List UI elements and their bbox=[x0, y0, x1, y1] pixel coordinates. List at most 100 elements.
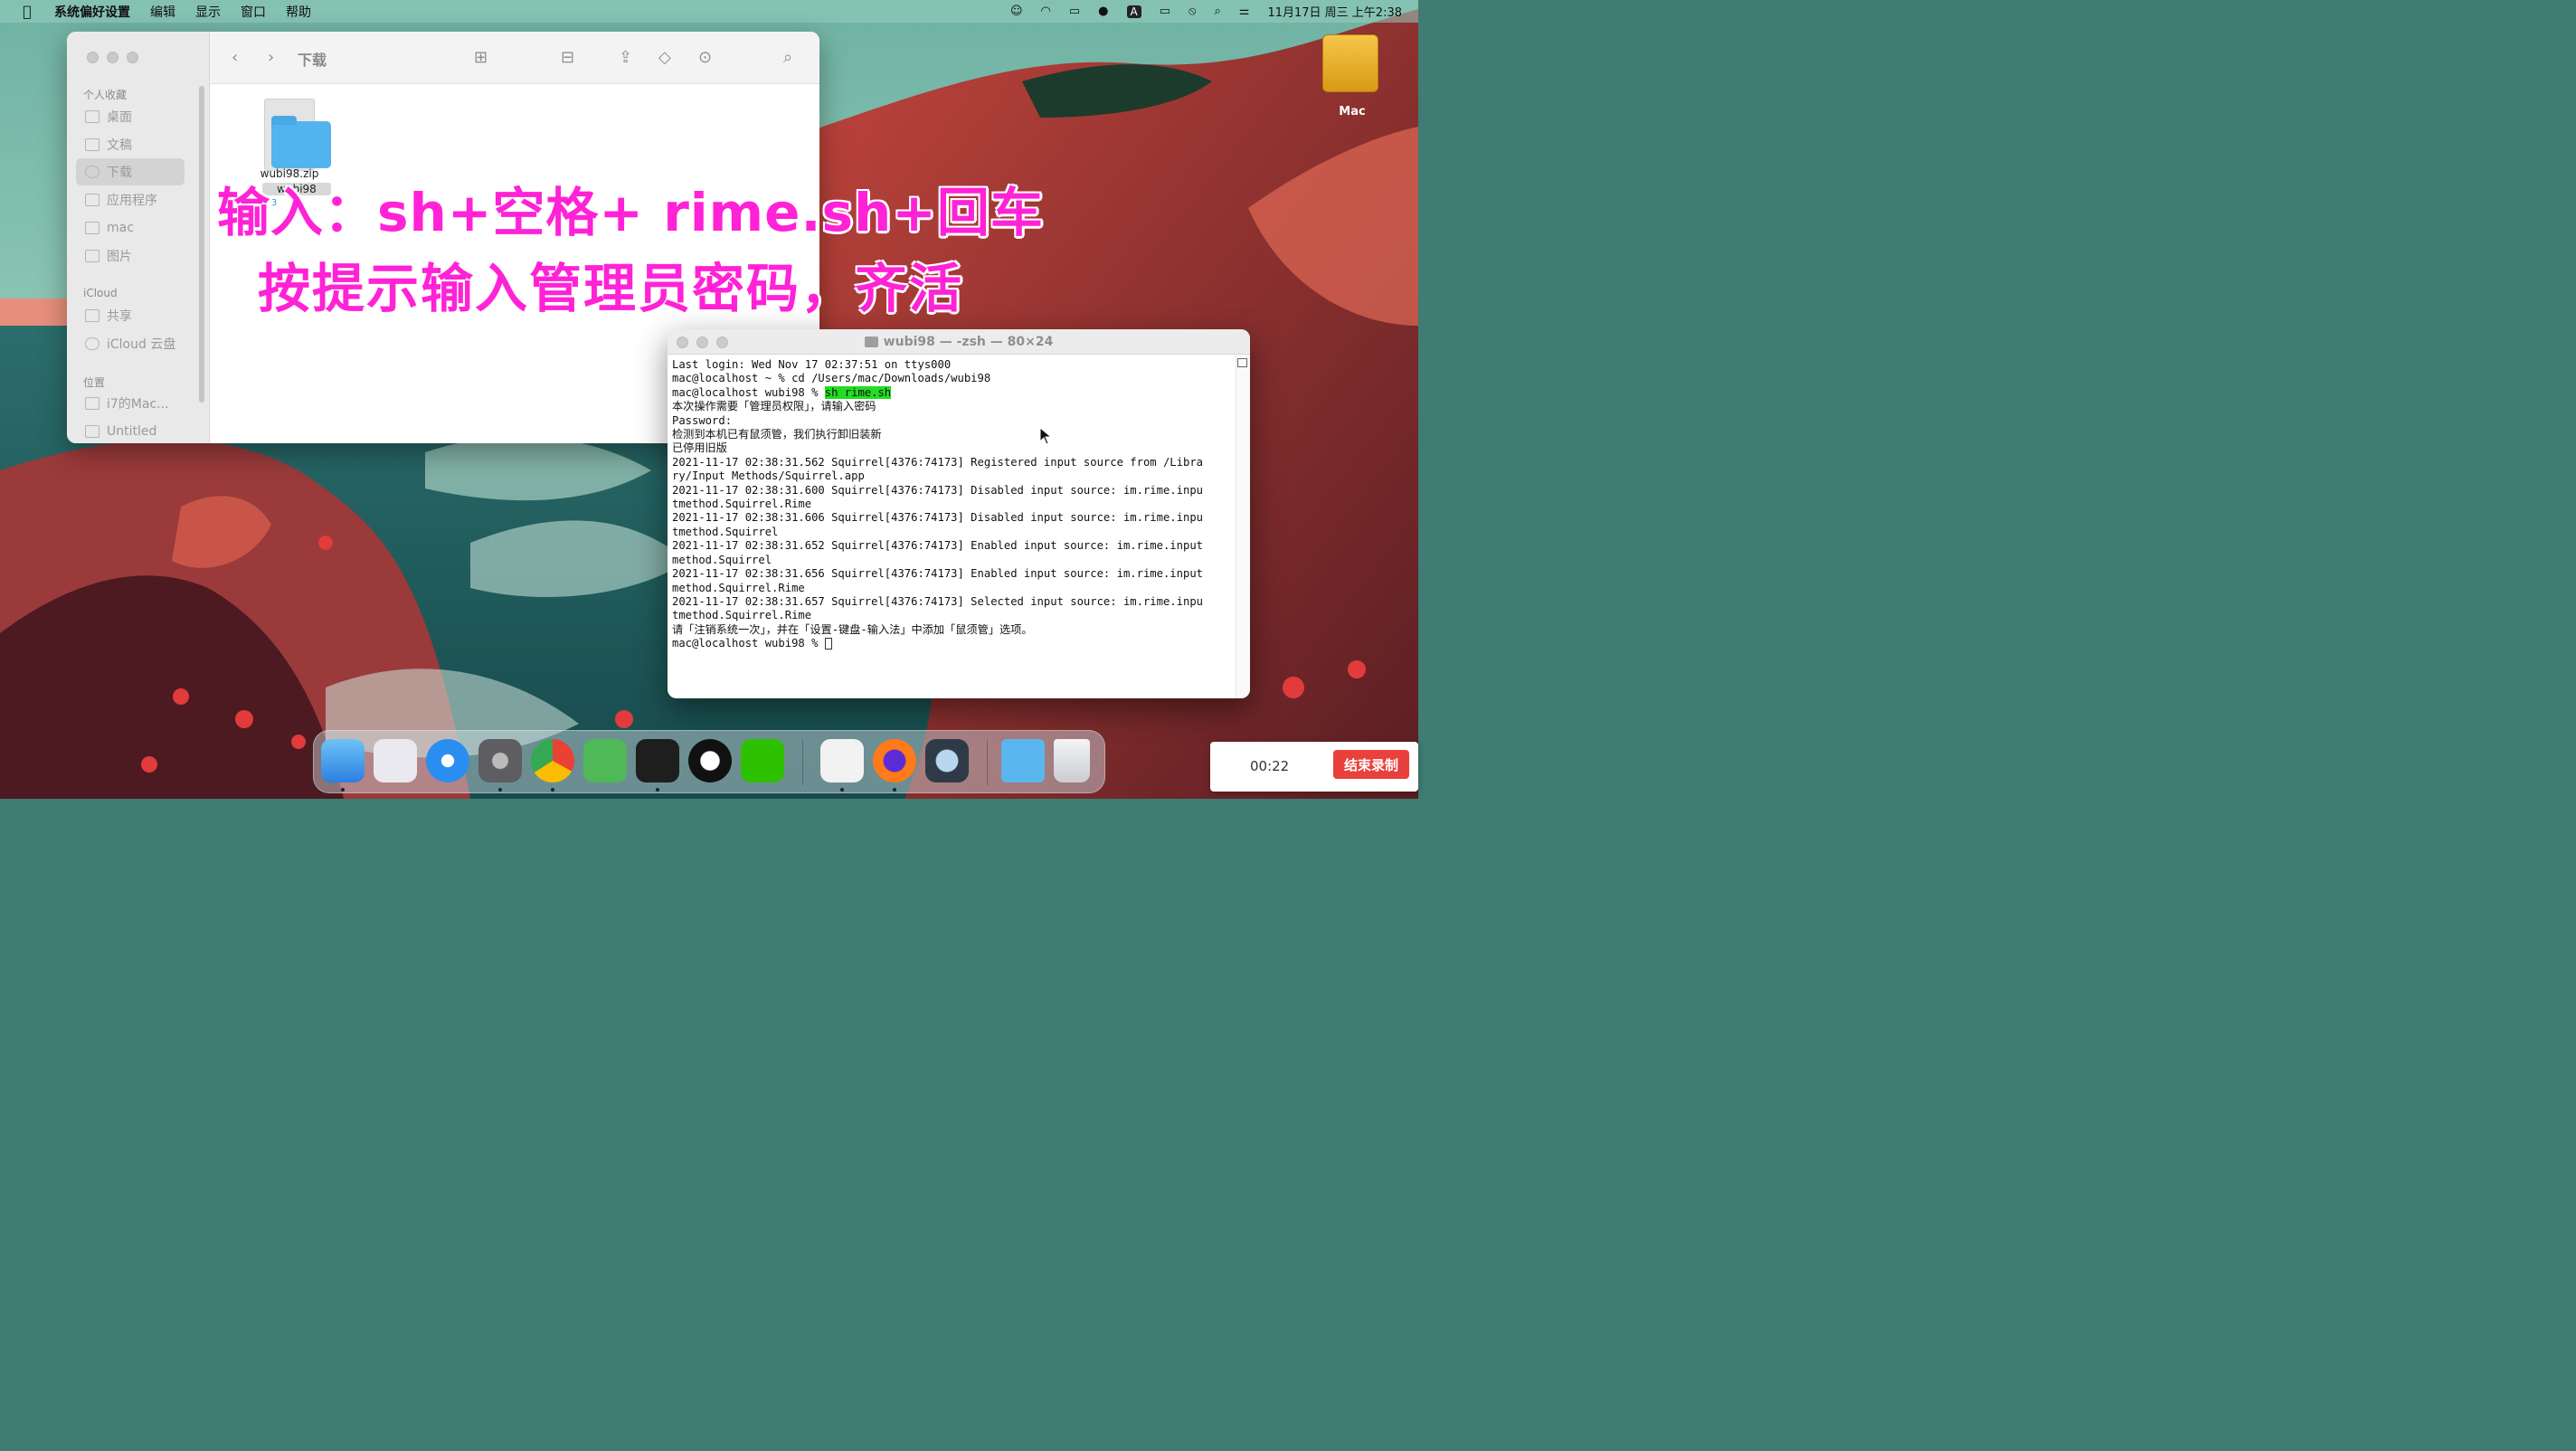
terminal-output-line: 2021-11-17 02:38:31.652 Squirrel[4376:74… bbox=[672, 539, 1203, 553]
zoom-button[interactable] bbox=[127, 52, 138, 63]
terminal-output-line: 2021-11-17 02:38:31.656 Squirrel[4376:74… bbox=[672, 567, 1203, 581]
panda-icon[interactable]: ● bbox=[1098, 5, 1108, 18]
search-icon[interactable]: ⌕ bbox=[783, 48, 792, 67]
menu-bar:  系统偏好设置 编辑 显示 窗口 帮助 ☺ ◠ ▭ ● A ▭ ⦸ ⌕ ⚌ 1… bbox=[0, 0, 1418, 23]
shared-folder-icon bbox=[85, 309, 99, 322]
terminal-output-line: tmethod.Squirrel.Rime bbox=[672, 609, 812, 622]
clash-icon[interactable]: ☺ bbox=[1010, 5, 1023, 18]
terminal-final-line: mac@localhost wubi98 % bbox=[672, 637, 1233, 650]
menu-edit[interactable]: 编辑 bbox=[150, 3, 175, 21]
terminal-titlebar[interactable]: wubi98 — -zsh — 80×24 bbox=[668, 329, 1250, 355]
tutorial-caption-line1: 输入：sh+空格+ rime.sh+回车 bbox=[217, 182, 1044, 243]
more-actions-icon[interactable]: ⊙ bbox=[698, 48, 712, 67]
sidebar-item-pictures[interactable]: 图片 bbox=[76, 242, 185, 270]
terminal-output[interactable]: Last login: Wed Nov 17 02:37:51 on ttys0… bbox=[672, 358, 1233, 651]
group-icon[interactable]: ⊟ bbox=[561, 48, 574, 67]
display-icon[interactable]: ▭ bbox=[1069, 5, 1080, 18]
dock-separator bbox=[987, 740, 988, 785]
terminal-output-line: method.Squirrel.Rime bbox=[672, 581, 805, 594]
pictures-icon bbox=[85, 250, 99, 262]
terminal-output-line: 请「注销系统一次」，并在「设置-键盘-输入法」中添加「鼠须管」选项。 bbox=[672, 622, 1033, 636]
menu-clock[interactable]: 11月17日 周三 上午2:38 bbox=[1267, 3, 1402, 20]
terminal-output-line: 本次操作需要「管理员权限」，请输入密码 bbox=[672, 400, 876, 413]
finder-title: 下载 bbox=[298, 52, 327, 69]
trash-icon[interactable] bbox=[1054, 739, 1090, 782]
desktop-drive-mac[interactable]: Mac bbox=[1322, 34, 1382, 119]
menu-help[interactable]: 帮助 bbox=[286, 3, 311, 21]
tag-icon[interactable]: ◇ bbox=[658, 48, 671, 67]
home-icon bbox=[85, 222, 99, 234]
quicktime-icon[interactable] bbox=[925, 739, 969, 782]
sidebar-scrollbar[interactable] bbox=[199, 86, 204, 403]
split-pane-icon[interactable] bbox=[1237, 358, 1247, 367]
dock-separator bbox=[802, 740, 803, 785]
running-indicator bbox=[893, 788, 896, 792]
window-controls bbox=[87, 52, 138, 63]
battery-icon[interactable]: ▭ bbox=[1160, 5, 1170, 18]
locations-title: 位置 bbox=[83, 376, 106, 389]
disk-icon bbox=[85, 425, 99, 438]
spotlight-icon[interactable]: ⌕ bbox=[1215, 5, 1221, 18]
drive-label: Mac bbox=[1339, 105, 1366, 119]
menu-view[interactable]: 显示 bbox=[195, 3, 221, 21]
stop-recording-button[interactable]: 结束录制 bbox=[1333, 750, 1409, 779]
sidebar-item-untitled[interactable]: Untitled bbox=[76, 418, 185, 443]
vscode-icon[interactable] bbox=[820, 739, 864, 782]
terminal-output-line: ry/Input Methods/Squirrel.app bbox=[672, 469, 865, 483]
menu-app-name[interactable]: 系统偏好设置 bbox=[54, 3, 130, 21]
favorites-title: 个人收藏 bbox=[83, 89, 128, 101]
sidebar-item-home[interactable]: mac bbox=[76, 214, 185, 242]
terminal-window: wubi98 — -zsh — 80×24 Last login: Wed No… bbox=[668, 329, 1250, 698]
sidebar-item-this-mac[interactable]: i7的Mac... bbox=[76, 390, 194, 417]
wifi-icon[interactable]: ◠ bbox=[1041, 5, 1051, 18]
cloud-icon bbox=[85, 337, 99, 350]
sidebar-item-label: 应用程序 bbox=[107, 194, 157, 208]
terminal-output-line: 2021-11-17 02:38:31.606 Squirrel[4376:74… bbox=[672, 511, 1203, 525]
applications-icon bbox=[85, 194, 99, 206]
sidebar-item-desktop[interactable]: 桌面 bbox=[76, 103, 185, 130]
firefox-icon[interactable] bbox=[873, 739, 916, 782]
menu-window[interactable]: 窗口 bbox=[241, 3, 266, 21]
zoom-button[interactable] bbox=[716, 337, 728, 348]
close-button[interactable] bbox=[87, 52, 99, 63]
terminal-icon[interactable] bbox=[636, 739, 679, 782]
panda-app-icon[interactable] bbox=[583, 739, 627, 782]
sidebar-item-label: 图片 bbox=[107, 250, 132, 264]
download-icon bbox=[85, 166, 99, 178]
running-indicator bbox=[341, 788, 345, 792]
mute-icon[interactable]: ⦸ bbox=[1189, 5, 1196, 18]
view-grid-icon[interactable]: ⊞ bbox=[474, 48, 488, 67]
sidebar-item-icloud-drive[interactable]: iCloud 云盘 bbox=[76, 330, 194, 357]
terminal-scrollbar[interactable] bbox=[1236, 355, 1250, 698]
sidebar-item-documents[interactable]: 文稿 bbox=[76, 131, 185, 158]
text-cursor bbox=[824, 638, 832, 650]
status-area: ☺ ◠ ▭ ● A ▭ ⦸ ⌕ ⚌ 11月17日 周三 上午2:38 bbox=[1010, 3, 1418, 20]
folder-icon bbox=[864, 336, 878, 347]
sidebar-item-label: i7的Mac... bbox=[107, 397, 169, 412]
downloads-stack-icon[interactable] bbox=[1001, 739, 1045, 782]
shell-prompt: mac@localhost wubi98 % bbox=[672, 637, 825, 650]
finder-icon[interactable] bbox=[321, 739, 365, 782]
document-icon bbox=[85, 138, 99, 151]
close-button[interactable] bbox=[677, 337, 688, 348]
apple-menu-icon[interactable]:  bbox=[0, 3, 54, 20]
sidebar-item-applications[interactable]: 应用程序 bbox=[76, 186, 185, 213]
chrome-icon[interactable] bbox=[531, 739, 574, 782]
control-center-icon[interactable]: ⚌ bbox=[1239, 5, 1250, 18]
forward-icon[interactable]: › bbox=[268, 48, 274, 67]
qq-icon[interactable] bbox=[688, 739, 732, 782]
laptop-icon bbox=[85, 397, 99, 410]
wechat-icon[interactable] bbox=[741, 739, 784, 782]
system-preferences-icon[interactable] bbox=[478, 739, 522, 782]
sidebar-item-downloads[interactable]: 下载 bbox=[76, 158, 185, 185]
input-source-icon[interactable]: A bbox=[1126, 5, 1141, 18]
share-icon[interactable]: ⇪ bbox=[619, 48, 632, 67]
sidebar-item-shared[interactable]: 共享 bbox=[76, 302, 185, 329]
minimize-button[interactable] bbox=[107, 52, 118, 63]
terminal-output-line: 2021-11-17 02:38:31.657 Squirrel[4376:74… bbox=[672, 594, 1203, 608]
back-icon[interactable]: ‹ bbox=[232, 48, 238, 67]
launchpad-icon[interactable] bbox=[374, 739, 417, 782]
safari-icon[interactable] bbox=[426, 739, 469, 782]
minimize-button[interactable] bbox=[696, 337, 708, 348]
icloud-title: iCloud bbox=[83, 287, 118, 299]
